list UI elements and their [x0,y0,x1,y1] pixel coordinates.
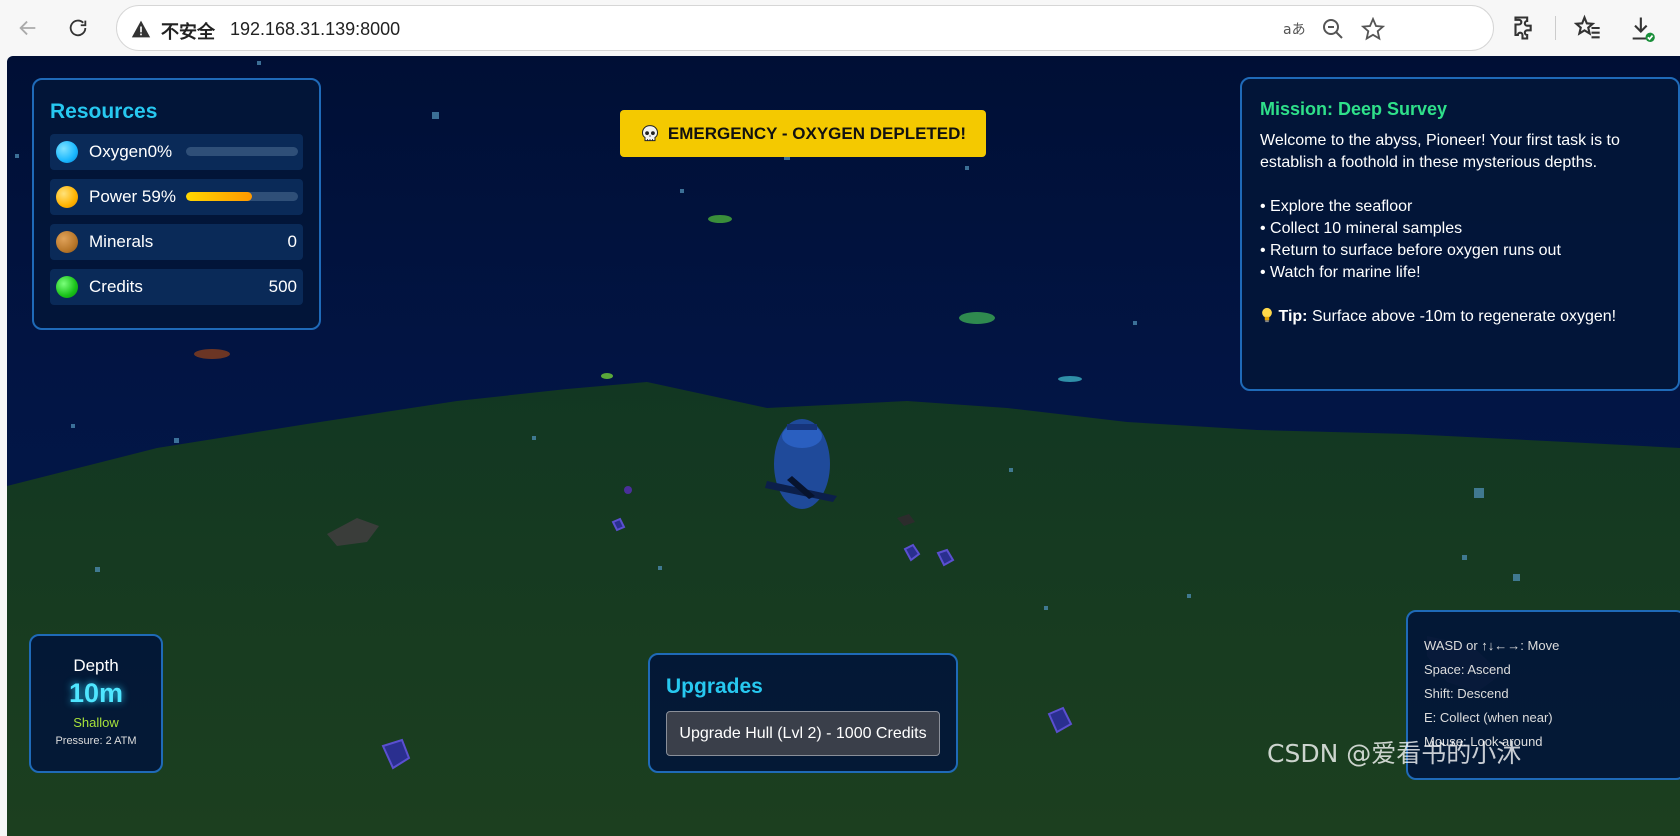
power-bar [186,192,298,201]
extensions-icon[interactable] [1512,14,1540,42]
resources-panel: Resources Oxygen0% Power 59% Minerals 0 … [32,78,321,330]
credits-value: 500 [268,277,297,296]
upgrades-panel: Upgrades Upgrade Hull (Lvl 2) - 1000 Cre… [648,653,958,773]
mission-tip: Tip: Surface above -10m to regenerate ox… [1260,306,1660,328]
tip-text: Surface above -10m to regenerate oxygen! [1311,308,1617,325]
mission-body: Welcome to the abyss, Pioneer! Your firs… [1260,130,1660,328]
address-bar[interactable]: 不安全 192.168.31.139:8000 aあ [116,5,1494,51]
resource-minerals: Minerals 0 [50,224,303,260]
emergency-alert: EMERGENCY - OXYGEN DEPLETED! [620,110,986,157]
depth-value: 10m [68,678,124,708]
depth-label: Depth [73,656,119,675]
minerals-label: Minerals [89,232,154,251]
lightbulb-icon [1262,307,1272,323]
url-text[interactable]: 192.168.31.139:8000 [230,19,400,40]
download-icon[interactable] [1628,14,1656,42]
resource-oxygen: Oxygen0% [50,134,303,170]
control-hint: WASD or ↑↓←→: Move [1424,638,1560,653]
objective-item: • Collect 10 mineral samples [1260,220,1463,237]
minerals-value: 0 [287,232,297,251]
upgrade-hull-button[interactable]: Upgrade Hull (Lvl 2) - 1000 Credits [666,711,940,756]
resource-power: Power 59% [50,179,303,215]
power-bar-fill [186,192,253,201]
oxygen-label: Oxygen0% [89,142,173,161]
particle [95,567,100,572]
depth-zone: Shallow [73,715,119,730]
particle [965,166,969,170]
toolbar-divider [1555,16,1556,40]
skull-icon [641,124,658,141]
pressure-readout: Pressure: 2 ATM [55,735,137,747]
reload-button[interactable] [60,10,96,46]
particle [71,424,75,428]
particle [1474,488,1484,498]
depth-panel: Depth 10m Shallow Pressure: 2 ATM [29,634,163,773]
resources-title: Resources [50,100,158,123]
favorite-star-icon[interactable] [1361,17,1385,41]
particle [432,112,439,119]
power-label: Power 59% [89,187,176,206]
svg-text:aあ: aあ [1283,22,1305,38]
control-hint: Space: Ascend [1424,662,1511,677]
upgrades-title: Upgrades [666,675,763,698]
particle [174,438,179,443]
resource-credits: Credits 500 [50,269,303,305]
warning-icon [131,20,151,38]
objective-item: • Return to surface before oxygen runs o… [1260,242,1561,259]
particle [680,189,684,193]
back-button[interactable] [10,10,46,46]
particle [658,566,662,570]
security-label[interactable]: 不安全 [161,18,215,44]
watermark: CSDN @爱看书的小沐 [1267,739,1522,768]
particle [1187,594,1191,598]
mission-title: Mission: Deep Survey [1260,99,1448,119]
minerals-icon [56,231,78,253]
particle [1044,606,1048,610]
tip-label: Tip: [1278,308,1308,325]
particle [1462,555,1467,560]
control-hint: Shift: Descend [1424,686,1509,701]
particle [1513,574,1520,581]
control-hint: E: Collect (when near) [1424,710,1553,725]
particle [15,154,19,158]
objective-item: • Watch for marine life! [1260,264,1421,281]
game-viewport[interactable]: Resources Oxygen0% Power 59% Minerals 0 … [7,56,1680,836]
particle [257,61,261,65]
power-icon [56,186,78,208]
browser-toolbar: 不安全 192.168.31.139:8000 aあ [0,0,1680,56]
mission-intro: Welcome to the abyss, Pioneer! Your firs… [1260,132,1620,171]
particle [532,436,536,440]
particle [1133,321,1137,325]
credits-label: Credits [89,277,143,296]
particle [1009,468,1013,472]
objective-item: • Explore the seafloor [1260,198,1413,215]
mission-panel: Mission: Deep Survey Welcome to the abys… [1240,77,1680,391]
read-aloud-icon[interactable]: aあ [1281,17,1305,41]
emergency-text: EMERGENCY - OXYGEN DEPLETED! [667,123,967,143]
oxygen-bar [186,147,298,156]
credits-icon [56,276,78,298]
zoom-out-icon[interactable] [1321,17,1345,41]
oxygen-icon [56,141,78,163]
favorites-list-icon[interactable] [1574,14,1602,42]
